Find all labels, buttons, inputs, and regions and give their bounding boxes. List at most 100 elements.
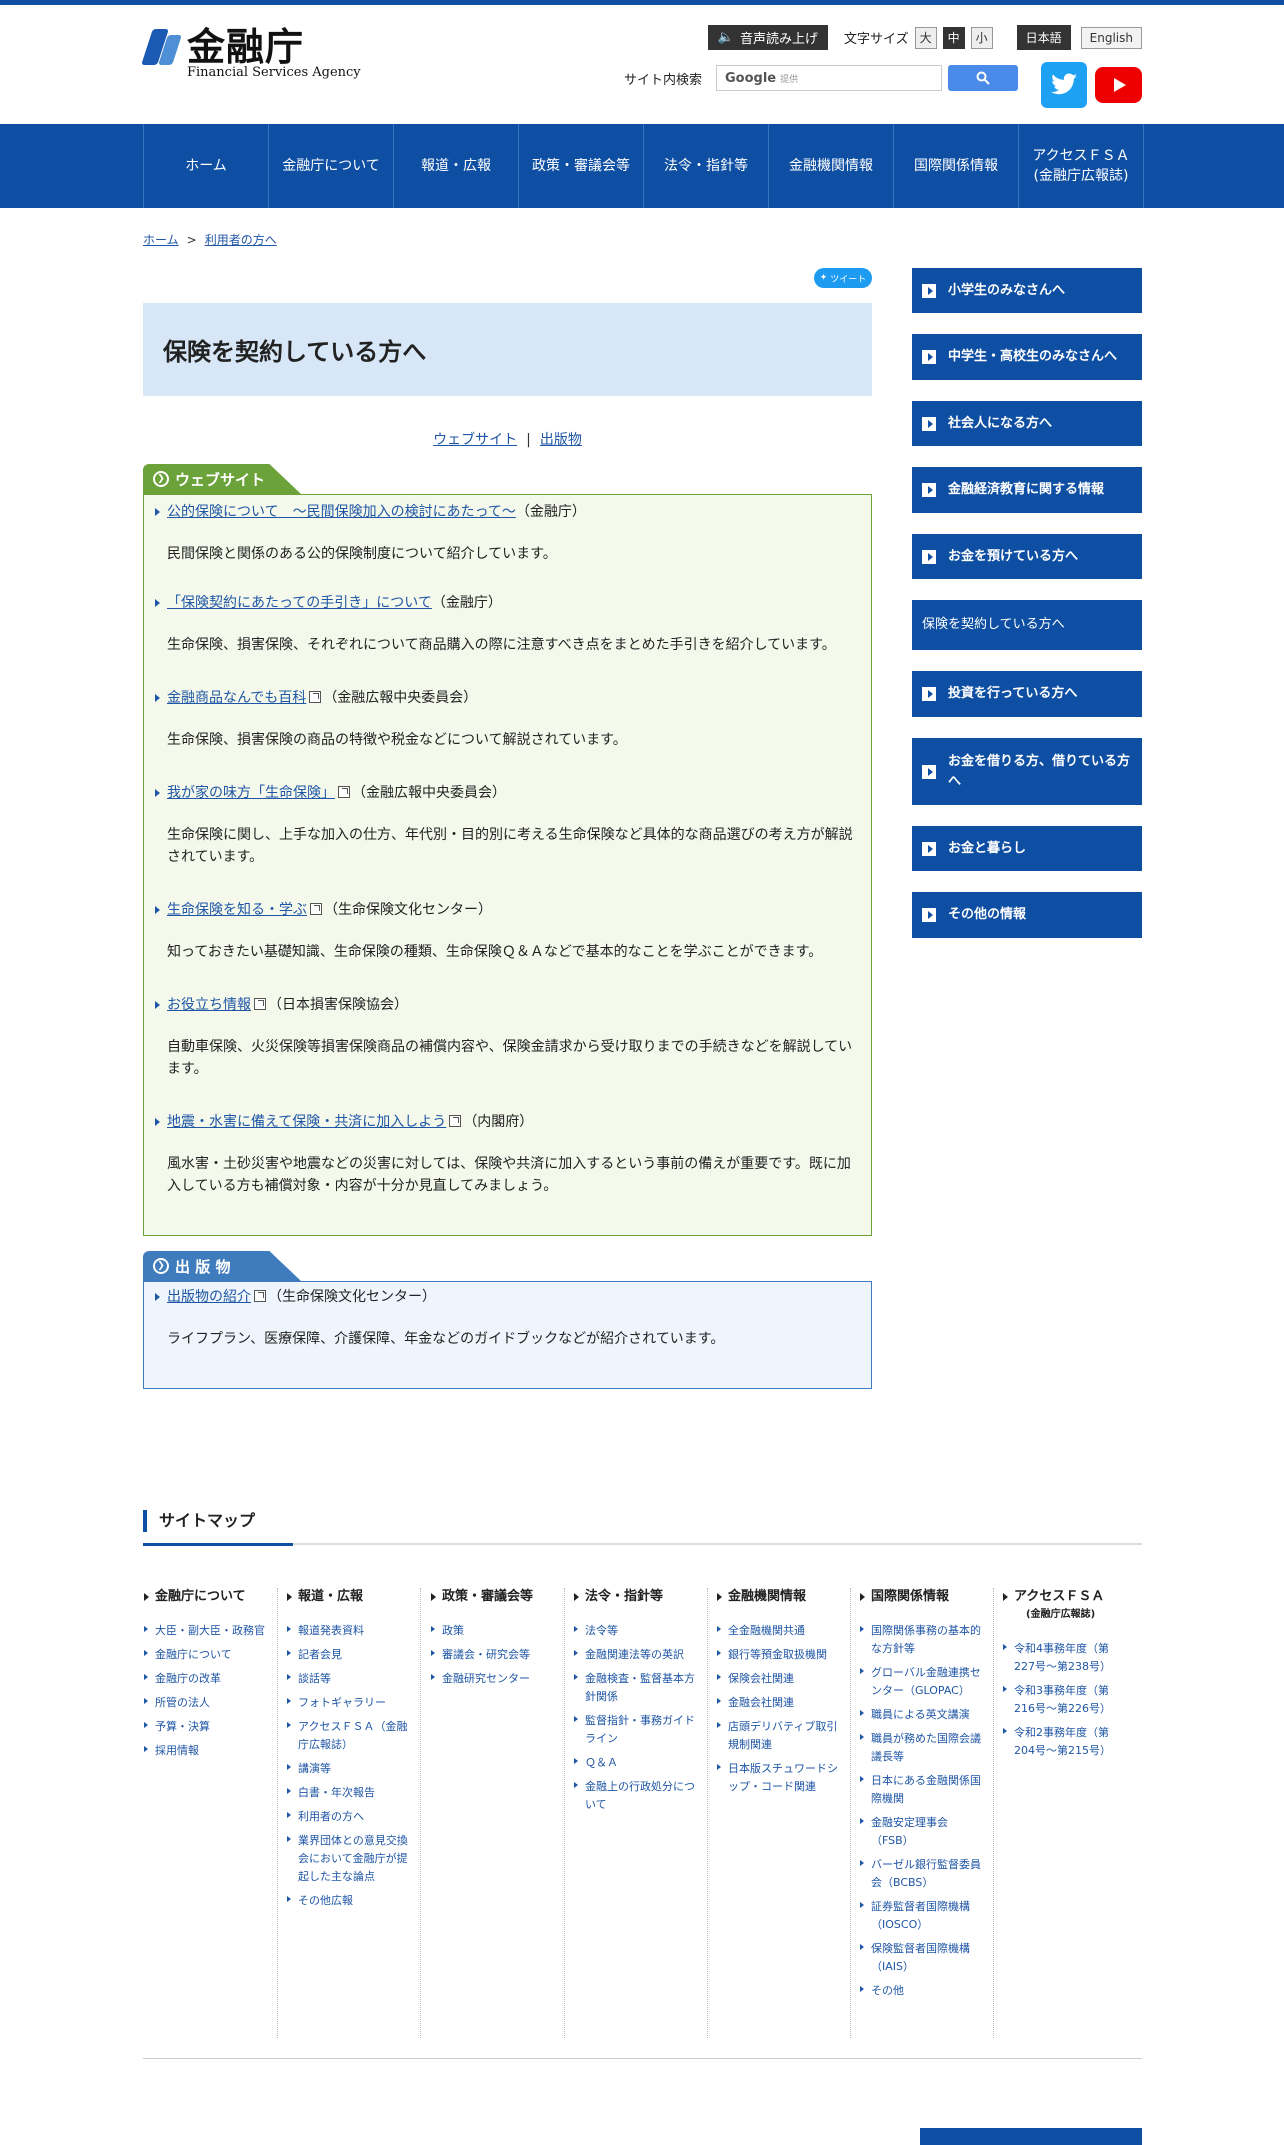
fsa-logo[interactable]: 金融庁 Financial Services Agency xyxy=(141,27,361,80)
sitemap-link[interactable]: 金融研究センター xyxy=(430,1670,564,1688)
breadcrumb-home[interactable]: ホーム xyxy=(143,233,179,247)
sitemap-column-heading[interactable]: 報道・広報 xyxy=(286,1588,420,1606)
twitter-link[interactable] xyxy=(1041,62,1087,108)
sidebar-item-other-info[interactable]: その他の情報 xyxy=(912,892,1142,938)
search-button[interactable] xyxy=(948,65,1019,91)
voice-readout-button[interactable]: 🔈 音声読み上げ xyxy=(707,25,829,50)
sidebar-item-label: お金を借りる方、借りている方へ xyxy=(948,753,1131,789)
sitemap-link[interactable]: 業界団体との意見交換会において金融庁が提起した主な論点 xyxy=(286,1832,420,1886)
sitemap-link[interactable]: 所管の法人 xyxy=(143,1694,277,1712)
sidebar-item-borrowers[interactable]: お金を借りる方、借りている方へ xyxy=(912,738,1142,805)
sitemap-column-heading[interactable]: アクセスＦＳＡ (金融庁広報誌) xyxy=(1002,1588,1137,1624)
youtube-link[interactable] xyxy=(1095,67,1142,103)
sitemap-link[interactable]: その他 xyxy=(859,1982,993,2000)
font-size-small-button[interactable]: 小 xyxy=(970,26,993,49)
sidebar-item-investors[interactable]: 投資を行っている方へ xyxy=(912,671,1142,717)
sitemap-link[interactable]: 金融検査・監督基本方針関係 xyxy=(573,1670,707,1706)
lang-japanese-button[interactable]: 日本語 xyxy=(1016,25,1071,50)
sitemap-link[interactable]: 法令等 xyxy=(573,1622,707,1640)
sitemap-link[interactable]: 金融関連法等の英訳 xyxy=(573,1646,707,1664)
sitemap-link[interactable]: 金融安定理事会（FSB） xyxy=(859,1814,993,1850)
sitemap-column-heading[interactable]: 金融庁について xyxy=(143,1588,277,1606)
sidebar-item-insurance-current[interactable]: 保険を契約している方へ xyxy=(912,600,1142,650)
nav-press[interactable]: 報道・広報 xyxy=(394,124,519,208)
sidebar-item-money-life[interactable]: お金と暮らし xyxy=(912,826,1142,871)
sitemap-link[interactable]: 採用情報 xyxy=(143,1742,277,1760)
list-item: 我が家の味方「生命保険」 （金融広報中央委員会） 生命保険に関し、上手な加入の仕方… xyxy=(154,782,859,868)
nav-institutions[interactable]: 金融機関情報 xyxy=(769,124,894,208)
sitemap-link[interactable]: 記者会見 xyxy=(286,1646,420,1664)
search-input[interactable]: Google 提供 xyxy=(716,65,943,91)
nav-access-fsa[interactable]: アクセスＦＳＡ (金融庁広報誌) xyxy=(1019,124,1144,208)
publication-link[interactable]: 出版物の紹介 xyxy=(167,1289,251,1305)
sitemap-link[interactable]: Ｑ＆Ａ xyxy=(573,1754,707,1772)
nav-international[interactable]: 国際関係情報 xyxy=(894,124,1019,208)
website-link[interactable]: 生命保険を知る・学ぶ xyxy=(167,902,307,918)
sitemap-link[interactable]: 令和3事務年度（第216号～第226号） xyxy=(1002,1682,1137,1718)
sitemap-link[interactable]: 金融庁の改革 xyxy=(143,1670,277,1688)
sitemap-link[interactable]: 職員による英文講演 xyxy=(859,1706,993,1724)
website-link[interactable]: 我が家の味方「生命保険」 xyxy=(167,785,335,801)
sitemap-link[interactable]: フォトギャラリー xyxy=(286,1694,420,1712)
nav-home[interactable]: ホーム xyxy=(144,124,269,208)
breadcrumb-users[interactable]: 利用者の方へ xyxy=(205,233,277,247)
sidebar-item-elementary[interactable]: 小学生のみなさんへ xyxy=(912,268,1142,313)
sidebar-item-working-adults[interactable]: 社会人になる方へ xyxy=(912,401,1142,446)
sitemap-link[interactable]: 講演等 xyxy=(286,1760,420,1778)
sitemap-link[interactable]: 審議会・研究会等 xyxy=(430,1646,564,1664)
tweet-button[interactable]: ✦ ツイート xyxy=(814,268,872,288)
sitemap-link[interactable]: 監督指針・事務ガイドライン xyxy=(573,1712,707,1748)
sitemap-link[interactable]: 令和2事務年度（第204号～第215号） xyxy=(1002,1724,1137,1760)
sitemap-link[interactable]: 予算・決算 xyxy=(143,1718,277,1736)
sitemap-link[interactable]: 日本にある金融関係国際機関 xyxy=(859,1772,993,1808)
sitemap-column: アクセスＦＳＡ (金融庁広報誌) 令和4事務年度（第227号～第238号） 令和3事務… xyxy=(1002,1588,1137,1766)
sitemap-link[interactable]: 証券監督者国際機構（IOSCO） xyxy=(859,1898,993,1934)
sitemap-link[interactable]: 国際関係事務の基本的な方針等 xyxy=(859,1622,993,1658)
sitemap-link[interactable]: 白書・年次報告 xyxy=(286,1784,420,1802)
sitemap-column-heading[interactable]: 法令・指針等 xyxy=(573,1588,707,1606)
website-link[interactable]: 「保険契約にあたっての手引き」について xyxy=(167,595,432,611)
sitemap-column-heading[interactable]: 金融機関情報 xyxy=(716,1588,850,1606)
sitemap-link[interactable]: アクセスＦＳＡ（金融庁広報誌） xyxy=(286,1718,420,1754)
sitemap-link[interactable]: 金融庁について xyxy=(143,1646,277,1664)
sitemap-link[interactable]: 保険監督者国際機構（IAIS） xyxy=(859,1940,993,1976)
sitemap-link[interactable]: 銀行等預金取扱機関 xyxy=(716,1646,850,1664)
anchor-website[interactable]: ウェブサイト xyxy=(433,432,517,448)
sitemap-link[interactable]: 金融会社関連 xyxy=(716,1694,850,1712)
website-link[interactable]: 地震・水害に備えて保険・共済に加入しよう xyxy=(167,1114,446,1130)
sitemap-link[interactable]: 令和4事務年度（第227号～第238号） xyxy=(1002,1640,1137,1676)
sitemap-link[interactable]: 全金融機関共通 xyxy=(716,1622,850,1640)
sitemap-link[interactable]: 保険会社関連 xyxy=(716,1670,850,1688)
sidebar-item-depositors[interactable]: お金を預けている方へ xyxy=(912,534,1142,579)
sitemap-link[interactable]: 店頭デリバティブ取引規制関連 xyxy=(716,1718,850,1754)
nav-about[interactable]: 金融庁について xyxy=(269,124,394,208)
page-top-button[interactable] xyxy=(920,2128,1142,2145)
sitemap-link[interactable]: 職員が務めた国際会議議長等 xyxy=(859,1730,993,1766)
sitemap-column-heading[interactable]: 国際関係情報 xyxy=(859,1588,993,1606)
website-link[interactable]: お役立ち情報 xyxy=(167,997,251,1013)
sitemap-heading-label: 国際関係情報 xyxy=(871,1589,950,1604)
anchor-publications[interactable]: 出版物 xyxy=(540,432,582,448)
sidebar-item-financial-education[interactable]: 金融経済教育に関する情報 xyxy=(912,467,1142,513)
youtube-play-icon xyxy=(1113,78,1126,92)
font-size-large-button[interactable]: 大 xyxy=(914,26,937,49)
lang-english-button[interactable]: English xyxy=(1080,26,1142,49)
font-size-medium-button[interactable]: 中 xyxy=(942,26,965,49)
sitemap-link[interactable]: 利用者の方へ xyxy=(286,1808,420,1826)
sitemap-link[interactable]: 日本版スチュワードシップ・コード関連 xyxy=(716,1760,850,1796)
nav-laws[interactable]: 法令・指針等 xyxy=(644,124,769,208)
sitemap-link[interactable]: 政策 xyxy=(430,1622,564,1640)
sitemap-link[interactable]: 報道発表資料 xyxy=(286,1622,420,1640)
sitemap-link[interactable]: 大臣・副大臣・政務官 xyxy=(143,1622,277,1640)
sitemap-link[interactable]: バーゼル銀行監督委員会（BCBS） xyxy=(859,1856,993,1892)
sitemap-link[interactable]: 金融上の行政処分について xyxy=(573,1778,707,1814)
nav-policy[interactable]: 政策・審議会等 xyxy=(519,124,644,208)
sidebar-item-secondary[interactable]: 中学生・高校生のみなさんへ xyxy=(912,334,1142,380)
sitemap-link[interactable]: グローバル金融連携センター（GLOPAC） xyxy=(859,1664,993,1700)
sitemap-link[interactable]: その他広報 xyxy=(286,1892,420,1910)
website-link[interactable]: 金融商品なんでも百科 xyxy=(167,690,306,706)
website-link[interactable]: 公的保険について ～民間保険加入の検討にあたって～ xyxy=(167,504,516,520)
sitemap-column-heading[interactable]: 政策・審議会等 xyxy=(430,1588,564,1606)
sitemap-link[interactable]: 談話等 xyxy=(286,1670,420,1688)
search-brand: Google xyxy=(725,70,777,86)
